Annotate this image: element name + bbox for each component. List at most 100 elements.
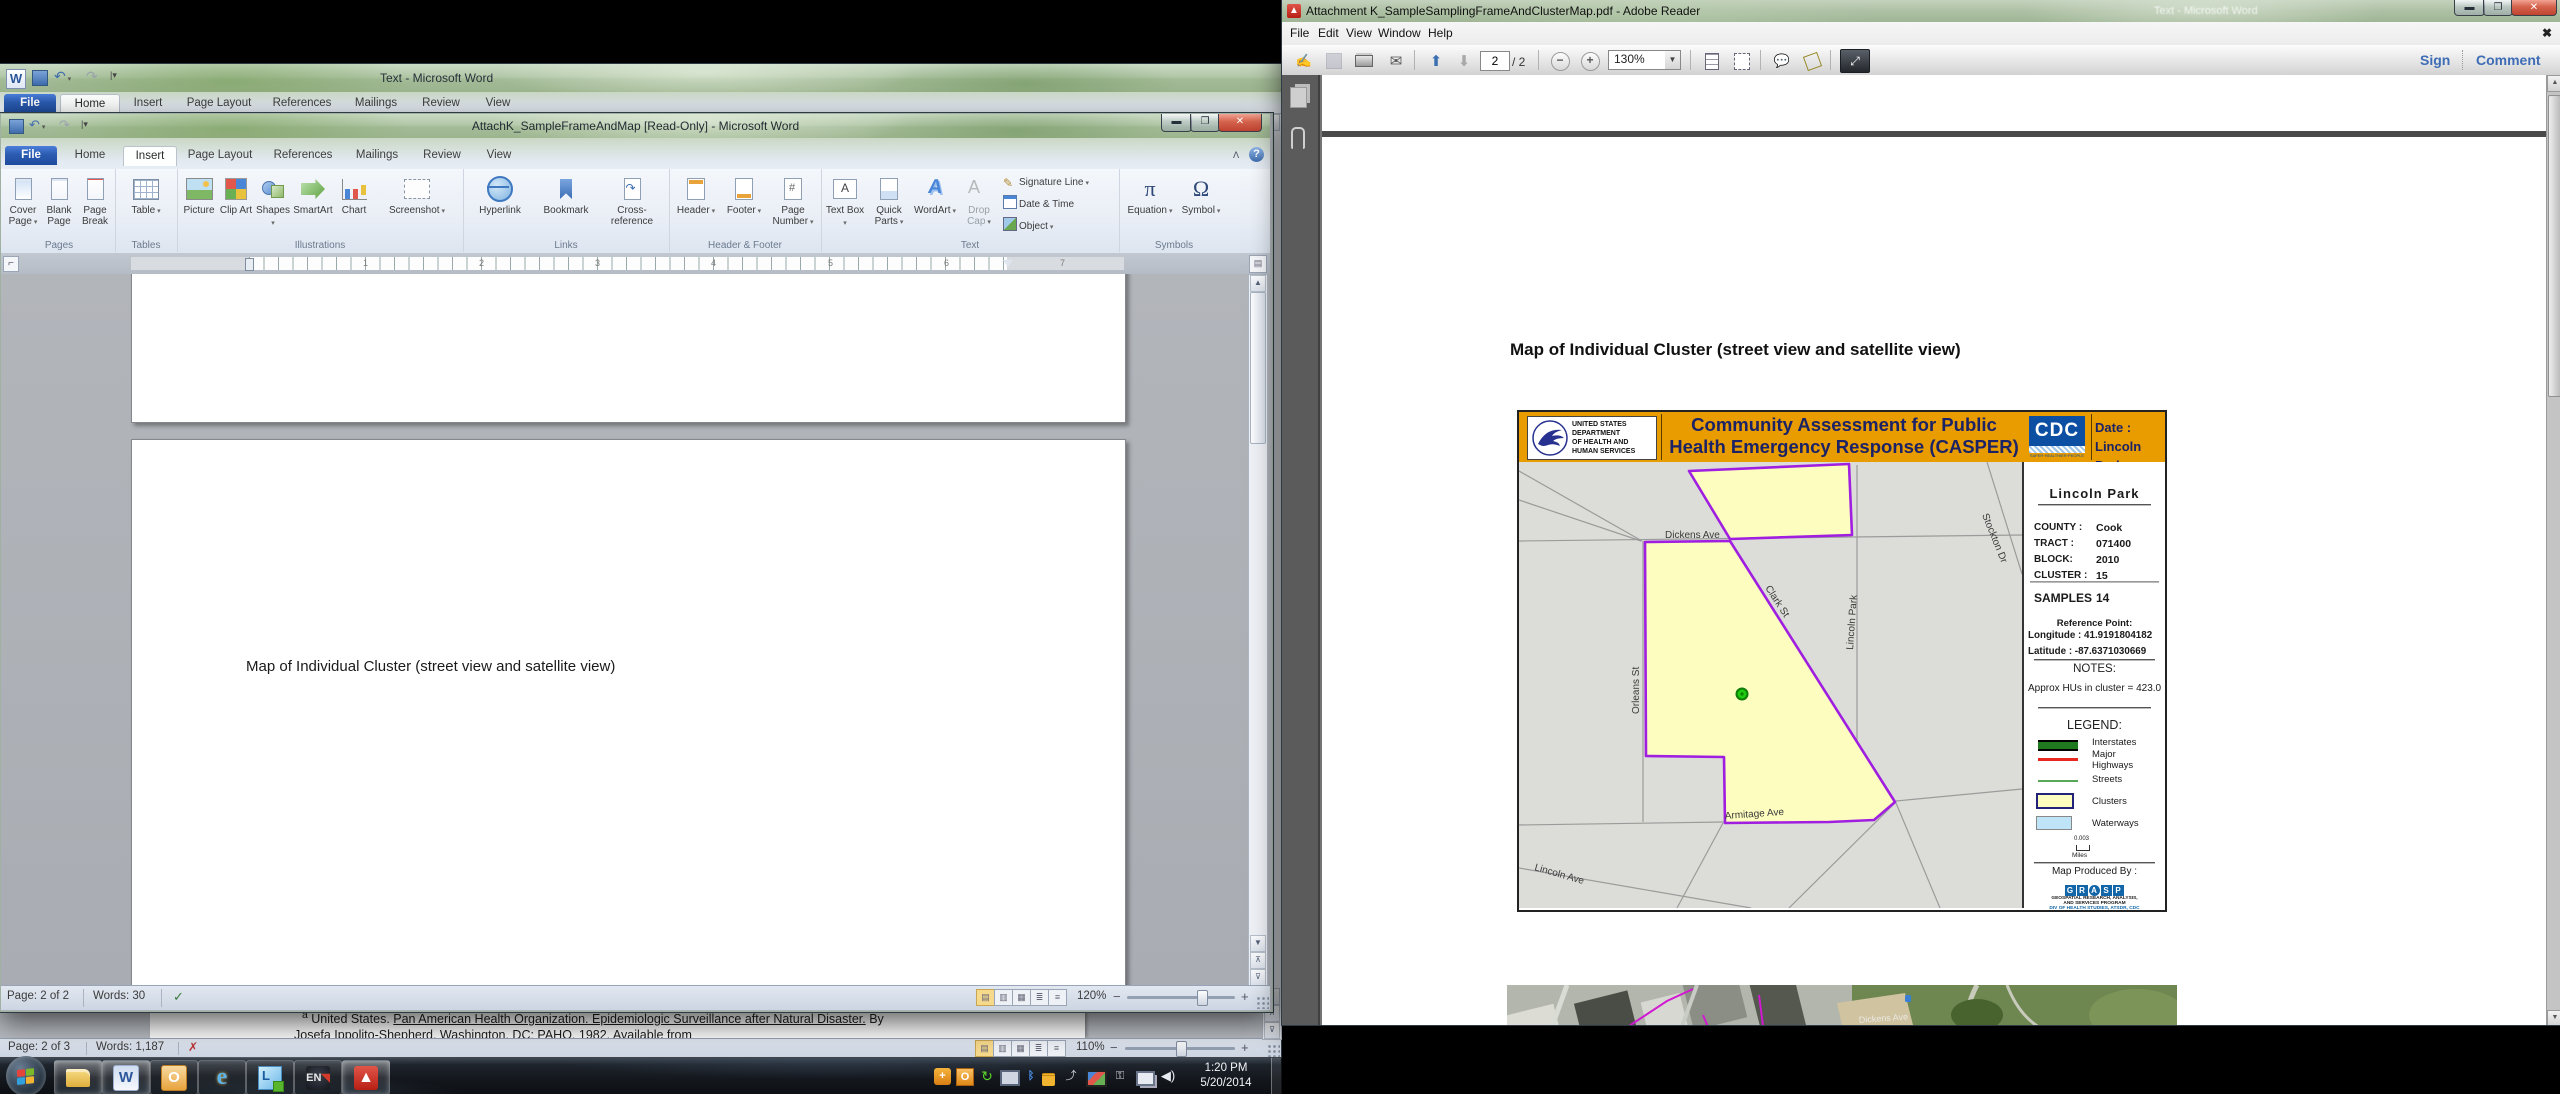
start-button[interactable] — [6, 1056, 46, 1094]
bg-tab-review[interactable]: Review — [412, 94, 470, 113]
close-button[interactable]: ✕ — [1218, 114, 1262, 132]
menu-view[interactable]: View — [1346, 26, 1372, 40]
bg-tab-home[interactable]: Home — [60, 94, 120, 114]
tray-network-icon[interactable] — [1136, 1071, 1155, 1086]
taskbar-windows-explorer[interactable] — [54, 1060, 102, 1094]
tray-display-icon[interactable] — [1000, 1070, 1020, 1086]
smartart-button[interactable]: SmartArt — [293, 172, 333, 217]
view-print-layout[interactable]: ▤ — [976, 989, 995, 1006]
adobe-titlebar[interactable]: ▲ Attachment K_SampleSamplingFrameAndClu… — [1282, 0, 2560, 22]
undo-icon[interactable]: ↶ ▾ — [54, 68, 71, 85]
tab-selector[interactable]: ⌐ — [3, 256, 19, 272]
maximize-button[interactable]: ❐ — [1190, 114, 1220, 132]
taskbar-easy-transfer[interactable]: L — [246, 1060, 294, 1094]
date-time-button[interactable]: Date & Time — [1003, 195, 1117, 215]
bg-zoom-level[interactable]: 110% — [1076, 1041, 1105, 1053]
bg-word-titlebar[interactable]: W ↶ ▾ ↷ |▾ Text - Microsoft Word — [0, 64, 1281, 92]
adobe-restore-button[interactable]: ❐ — [2483, 0, 2513, 16]
tab-view[interactable]: View — [475, 146, 523, 165]
tray-bluetooth-icon[interactable]: ᛒ — [1023, 1068, 1039, 1084]
symbol-button[interactable]: ΩSymbol — [1177, 172, 1225, 218]
tray-power-plug-icon[interactable]: ⚿ — [1112, 1068, 1128, 1084]
indent-marker-left[interactable] — [245, 258, 254, 271]
tray-office-icon[interactable]: O — [956, 1068, 974, 1086]
bg-view-outline[interactable]: ≣ — [1029, 1040, 1048, 1057]
adobe-minimize-button[interactable]: ▬ — [2454, 0, 2485, 16]
object-button[interactable]: Object — [1003, 217, 1117, 237]
bg-view-draft[interactable]: ≡ — [1047, 1040, 1066, 1057]
zoom-in-icon[interactable]: + — [1241, 989, 1249, 1004]
footer-button[interactable]: Footer — [721, 172, 767, 218]
bg-tab-insert[interactable]: Insert — [122, 94, 174, 113]
minimize-ribbon-icon[interactable]: ᐱ — [1233, 150, 1239, 161]
bg-tab-mailings[interactable]: Mailings — [344, 94, 408, 113]
cover-page-button[interactable]: Cover Page — [5, 172, 41, 228]
menu-help[interactable]: Help — [1428, 26, 1453, 40]
bg-zoom-in-icon[interactable]: + — [1241, 1040, 1249, 1055]
page-break-button[interactable]: Page Break — [77, 172, 113, 227]
menu-edit[interactable]: Edit — [1318, 26, 1339, 40]
bg-tab-file[interactable]: File — [4, 94, 56, 113]
minimize-button[interactable]: ▬ — [1161, 114, 1192, 132]
view-outline[interactable]: ≣ — [1030, 989, 1049, 1006]
show-desktop-button[interactable] — [1271, 1058, 1282, 1094]
email-icon[interactable]: ✉ — [1382, 49, 1410, 73]
tray-clock[interactable]: 1:20 PM 5/20/2014 — [1190, 1061, 1262, 1091]
page-2[interactable]: Map of Individual Cluster (street view a… — [131, 439, 1126, 985]
page-number-input[interactable] — [1480, 51, 1510, 71]
text-box-button[interactable]: Text Box — [825, 172, 865, 229]
horizontal-ruler[interactable]: 1 2 3 4 5 6 7 — [131, 257, 1124, 270]
scroll-thumb[interactable] — [2548, 95, 2560, 397]
undo-icon[interactable]: ↶ ▾ — [29, 117, 45, 133]
page-number-button[interactable]: Page Number — [769, 172, 817, 228]
taskbar-internet-explorer[interactable]: e — [198, 1060, 246, 1094]
fg-word-titlebar[interactable]: ↶ ▾ ↷ |▾ AttachK_SampleFrameAndMap [Read… — [1, 114, 1270, 138]
help-icon[interactable]: ? — [1249, 147, 1264, 162]
bg-tab-page-layout[interactable]: Page Layout — [178, 94, 260, 113]
view-draft[interactable]: ≡ — [1048, 989, 1067, 1006]
document-scrollbar[interactable]: ▲ ▼ ⊼ ⊽ — [1248, 274, 1268, 985]
zoom-out-icon[interactable]: − — [1546, 49, 1574, 73]
view-fullscreen[interactable]: ▥ — [994, 989, 1013, 1006]
save-icon[interactable] — [9, 119, 24, 134]
previous-page-icon[interactable]: ⬆ — [1422, 49, 1450, 73]
fit-width-icon[interactable] — [1728, 49, 1756, 73]
tab-page-layout[interactable]: Page Layout — [179, 146, 261, 165]
menu-window[interactable]: Window — [1378, 26, 1421, 40]
table-button[interactable]: Table — [117, 172, 175, 218]
chart-button[interactable]: Chart — [335, 172, 373, 217]
zoom-slider[interactable] — [1127, 996, 1235, 999]
bg-resize-grip[interactable] — [1267, 1044, 1280, 1057]
scroll-up-icon[interactable]: ▲ — [2547, 75, 2560, 92]
taskbar-outlook[interactable]: O — [150, 1060, 198, 1094]
tab-home[interactable]: Home — [61, 146, 119, 165]
bookmark-button[interactable]: Bookmark — [533, 172, 599, 217]
quick-parts-button[interactable]: Quick Parts — [867, 172, 911, 228]
ruler-toggle-button[interactable]: ▤ — [1249, 255, 1267, 273]
comment-bubble-icon[interactable]: 💬 — [1768, 49, 1796, 73]
tab-references[interactable]: References — [265, 146, 341, 165]
screenshot-button[interactable]: Screenshot — [375, 172, 459, 218]
quick-access-dropdown-icon[interactable]: |▾ — [81, 119, 88, 130]
tray-remote-display-icon[interactable] — [1086, 1070, 1107, 1087]
redo-icon[interactable]: ↷ — [59, 117, 70, 133]
shapes-button[interactable]: Shapes — [255, 172, 291, 229]
fullscreen-icon[interactable]: ⤢ — [1840, 49, 1870, 73]
save-icon[interactable] — [32, 70, 48, 86]
zoom-slider-thumb[interactable] — [1197, 990, 1208, 1006]
blank-page-button[interactable]: Blank Page — [41, 172, 77, 227]
fill-sign-icon[interactable]: ✍ — [1290, 49, 1318, 73]
picture-button[interactable]: Picture — [181, 172, 217, 217]
status-words[interactable]: Words: 30 — [93, 990, 145, 1002]
wordart-button[interactable]: WordArt — [913, 172, 957, 218]
tab-file[interactable]: File — [5, 146, 57, 165]
equation-button[interactable]: πEquation — [1125, 172, 1175, 218]
document-area[interactable]: Map of Individual Cluster (street view a… — [1, 274, 1270, 985]
zoom-level[interactable]: 120% — [1077, 990, 1106, 1002]
bg-status-words[interactable]: Words: 1,187 — [96, 1041, 164, 1053]
highlight-icon[interactable] — [1798, 49, 1826, 73]
bg-tab-view[interactable]: View — [474, 94, 522, 113]
taskbar-endnote[interactable]: EN◥ — [294, 1060, 342, 1094]
comment-button[interactable]: Comment — [2476, 52, 2541, 68]
resize-grip[interactable] — [1256, 996, 1269, 1009]
